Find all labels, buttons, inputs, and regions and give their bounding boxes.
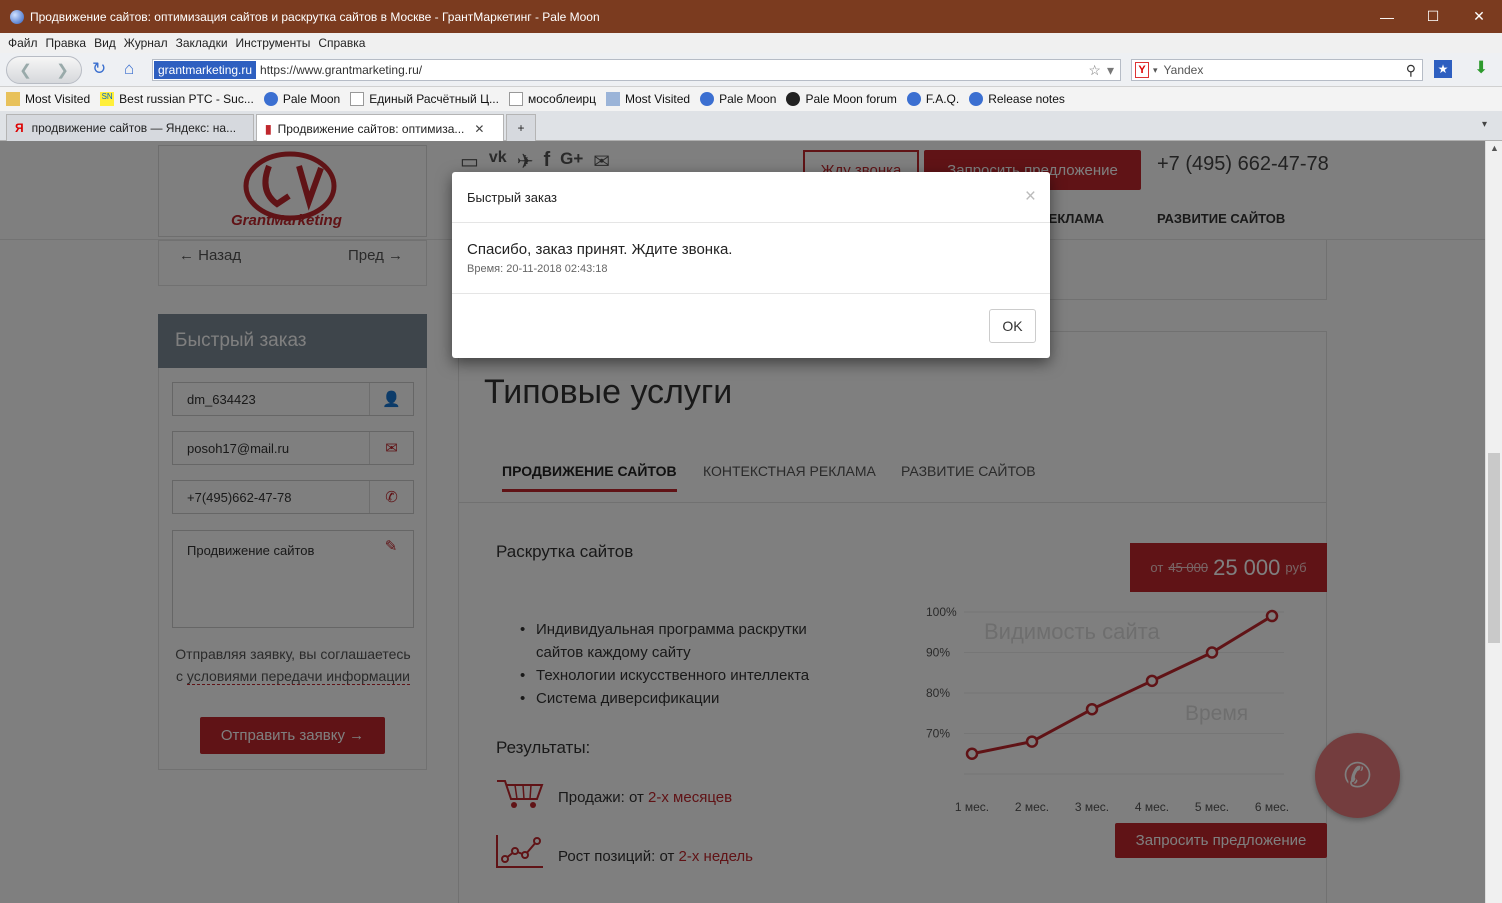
menu-bar: Файл Правка Вид Журнал Закладки Инструме… (0, 33, 1502, 53)
bookmark-label: Best russian PTC - Suc... (119, 92, 254, 106)
search-input[interactable]: Yandex (1164, 63, 1406, 77)
menu-history[interactable]: Журнал (124, 36, 168, 50)
tab-list-icon[interactable]: ▾ (1482, 119, 1487, 130)
back-arrow-icon[interactable]: ❮ (19, 61, 32, 79)
browser-globe-icon (10, 9, 24, 24)
sn-icon: SN (100, 92, 115, 106)
maximize-button[interactable]: ☐ (1410, 0, 1456, 33)
yandex-icon: Я (15, 121, 24, 135)
globe-icon (263, 92, 278, 106)
bookmark-item[interactable]: Most Visited (605, 92, 691, 106)
dialog-ok-button[interactable]: OK (989, 309, 1036, 343)
tab-bar: Я продвижение сайтов — Яндекс: на... ▮ П… (0, 111, 1502, 142)
bookmark-item[interactable]: Pale Moon (700, 92, 776, 106)
page-icon (508, 92, 523, 106)
forum-icon (786, 92, 801, 106)
reload-icon[interactable]: ↻ (92, 59, 106, 79)
bookmark-label: Pale Moon forum (805, 92, 897, 106)
home-icon[interactable]: ⌂ (124, 59, 134, 79)
page-viewport: GrantMarketing ▭ vk ✈ f G+ ✉ Жду звонка … (0, 141, 1485, 903)
dialog-message: Спасибо, заказ принят. Ждите звонка. (467, 241, 733, 258)
back-forward-buttons[interactable]: ❮ ❯ (6, 56, 82, 84)
bookmark-star-icon[interactable]: ☆ (1088, 62, 1101, 79)
close-tab-icon[interactable]: ✕ (474, 122, 484, 136)
scroll-up-icon[interactable]: ▲ (1490, 143, 1499, 153)
menu-file[interactable]: Файл (8, 36, 38, 50)
scrollbar-thumb[interactable] (1488, 453, 1500, 643)
bookmark-item[interactable]: мособлеирц (508, 92, 596, 106)
menu-edit[interactable]: Правка (46, 36, 87, 50)
tab-yandex[interactable]: Я продвижение сайтов — Яндекс: на... (6, 114, 254, 141)
search-icon[interactable]: ⚲ (1406, 62, 1416, 79)
site-identity-label: grantmarketing.ru (158, 63, 253, 77)
bookmark-item[interactable]: Pale Moon forum (786, 92, 897, 106)
bookmark-label: Pale Moon (719, 92, 777, 106)
window-title: Продвижение сайтов: оптимизация сайтов и… (30, 9, 600, 24)
dialog-header: Быстрый заказ × (452, 172, 1050, 223)
globe-icon (969, 92, 984, 106)
dialog-body: Спасибо, заказ принят. Ждите звонка. Вре… (452, 223, 1050, 294)
bookmark-label: Most Visited (25, 92, 91, 106)
folder-icon (6, 92, 20, 106)
forward-arrow-icon[interactable]: ❯ (56, 61, 69, 79)
bookmark-item[interactable]: F.A.Q. (906, 92, 960, 106)
url-bar[interactable]: grantmarketing.ru https://www.grantmarke… (152, 59, 1121, 81)
quick-order-dialog: Быстрый заказ × Спасибо, заказ принят. Ж… (452, 172, 1050, 358)
bookmark-label: Pale Moon (282, 92, 341, 106)
close-window-button[interactable]: ✕ (1456, 0, 1502, 33)
site-identity-button[interactable]: grantmarketing.ru (154, 61, 257, 79)
bookmark-item[interactable]: Единый Расчётный Ц... (350, 92, 499, 106)
yandex-icon[interactable]: Y (1135, 62, 1149, 78)
tab-label: продвижение сайтов — Яндекс: на... (31, 121, 237, 135)
minimize-button[interactable]: — (1364, 0, 1410, 33)
menu-help[interactable]: Справка (318, 36, 365, 50)
dialog-close-icon[interactable]: × (1025, 186, 1036, 208)
download-icon[interactable]: ⬇ (1474, 58, 1488, 78)
folder-icon (605, 92, 620, 106)
bookmark-label: Release notes (988, 92, 1065, 106)
page-scrollbar[interactable]: ▲ (1485, 141, 1502, 903)
tab-grantmarketing[interactable]: ▮ Продвижение сайтов: оптимиза... ✕ (256, 114, 504, 142)
bookmarks-menu-icon[interactable]: ★ (1434, 60, 1452, 78)
search-engine-dropdown-icon[interactable]: ▾ (1153, 65, 1158, 76)
dialog-title: Быстрый заказ (467, 189, 557, 205)
signal-icon: ▮ (265, 121, 272, 136)
search-box[interactable]: Y ▾ Yandex ⚲ (1131, 59, 1423, 81)
new-tab-button[interactable]: + (506, 114, 536, 141)
bookmark-label: Most Visited (624, 92, 691, 106)
bookmark-label: мособлеирц (527, 92, 596, 106)
menu-tools[interactable]: Инструменты (236, 36, 311, 50)
url-dropdown-icon[interactable]: ▾ (1107, 62, 1114, 79)
bookmark-item[interactable]: SN Best russian PTC - Suc... (100, 92, 254, 106)
menu-view[interactable]: Вид (94, 36, 116, 50)
bookmark-item[interactable]: Release notes (969, 92, 1065, 106)
bookmark-label: Единый Расчётный Ц... (369, 92, 499, 106)
menu-bookmarks[interactable]: Закладки (176, 36, 228, 50)
navigation-toolbar: ❮ ❯ ↻ ⌂ grantmarketing.ru https://www.gr… (0, 53, 1502, 87)
window-titlebar: Продвижение сайтов: оптимизация сайтов и… (0, 0, 1502, 33)
bookmarks-toolbar: Most Visited SN Best russian PTC - Suc...… (0, 87, 1502, 111)
bookmark-label: F.A.Q. (925, 92, 960, 106)
page-icon (350, 92, 365, 106)
dialog-time: Время: 20-11-2018 02:43:18 (467, 263, 608, 275)
bookmark-item[interactable]: Pale Moon (263, 92, 341, 106)
globe-icon (906, 92, 921, 106)
tab-label: Продвижение сайтов: оптимиза... (277, 121, 465, 136)
globe-icon (700, 92, 715, 106)
bookmark-item[interactable]: Most Visited (6, 92, 90, 106)
url-text[interactable]: https://www.grantmarketing.ru/ (260, 63, 1088, 77)
